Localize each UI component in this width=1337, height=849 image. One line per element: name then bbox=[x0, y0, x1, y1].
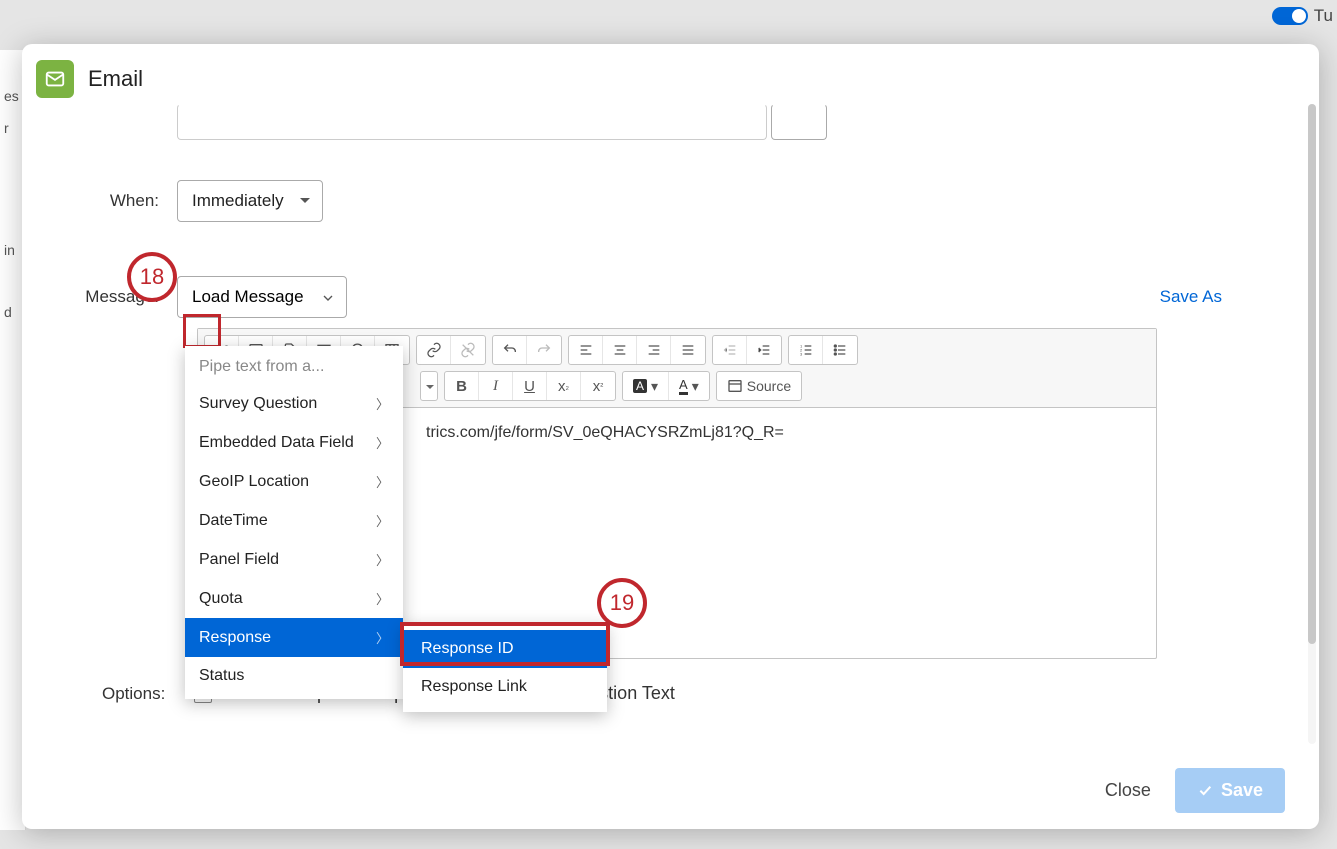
menu-item-status[interactable]: Status〉 bbox=[185, 657, 403, 695]
align-left-icon[interactable] bbox=[569, 336, 603, 364]
bg-color-icon[interactable]: A▾ bbox=[669, 372, 709, 400]
superscript-icon[interactable]: x² bbox=[581, 372, 615, 400]
response-submenu: Response IDResponse Link bbox=[403, 624, 607, 712]
text-color-icon[interactable]: A▾ bbox=[623, 372, 669, 400]
menu-item-survey-question[interactable]: Survey Question〉 bbox=[185, 384, 403, 423]
italic-icon[interactable]: I bbox=[479, 372, 513, 400]
modal-footer: Close Save bbox=[22, 751, 1319, 829]
menu-item-datetime[interactable]: DateTime〉 bbox=[185, 501, 403, 540]
unlink-icon bbox=[451, 336, 485, 364]
scrollbar[interactable] bbox=[1308, 104, 1316, 744]
close-button[interactable]: Close bbox=[1105, 780, 1151, 801]
save-button[interactable]: Save bbox=[1175, 768, 1285, 813]
align-right-icon[interactable] bbox=[637, 336, 671, 364]
unordered-list-icon[interactable] bbox=[823, 336, 857, 364]
piped-text-menu: Pipe text from a... Survey Question〉Embe… bbox=[185, 346, 403, 699]
options-label: Options: bbox=[77, 684, 194, 704]
background-toggle: Tu bbox=[1272, 6, 1333, 26]
load-message-select[interactable]: Load Message bbox=[177, 276, 347, 318]
subscript-icon[interactable]: x₂ bbox=[547, 372, 581, 400]
submenu-item-response-id[interactable]: Response ID bbox=[403, 630, 607, 668]
menu-item-response[interactable]: Response〉 bbox=[185, 618, 403, 657]
format-select-2[interactable] bbox=[420, 371, 438, 401]
subject-input[interactable] bbox=[177, 104, 767, 140]
email-icon bbox=[36, 60, 74, 98]
annotation-19: 19 bbox=[597, 578, 647, 628]
menu-item-geoip-location[interactable]: GeoIP Location〉 bbox=[185, 462, 403, 501]
subject-dropdown[interactable] bbox=[771, 104, 827, 140]
annotation-18: 18 bbox=[127, 252, 177, 302]
underline-icon[interactable]: U bbox=[513, 372, 547, 400]
menu-item-embedded-data-field[interactable]: Embedded Data Field〉 bbox=[185, 423, 403, 462]
source-button[interactable]: Source bbox=[717, 372, 801, 400]
align-justify-icon[interactable] bbox=[671, 336, 705, 364]
menu-header: Pipe text from a... bbox=[185, 346, 403, 384]
toggle-label: Tu bbox=[1314, 6, 1333, 26]
menu-item-panel-field[interactable]: Panel Field〉 bbox=[185, 540, 403, 579]
toggle-switch[interactable] bbox=[1272, 7, 1308, 25]
ordered-list-icon[interactable]: 123 bbox=[789, 336, 823, 364]
svg-text:3: 3 bbox=[800, 351, 803, 356]
modal-header: Email bbox=[22, 44, 1319, 108]
outdent-icon bbox=[713, 336, 747, 364]
annotation-highlight-18 bbox=[183, 314, 221, 348]
align-center-icon[interactable] bbox=[603, 336, 637, 364]
when-label: When: bbox=[77, 191, 177, 211]
when-select[interactable]: Immediately bbox=[177, 180, 323, 222]
submenu-item-response-link[interactable]: Response Link bbox=[403, 668, 607, 706]
indent-icon[interactable] bbox=[747, 336, 781, 364]
link-icon[interactable] bbox=[417, 336, 451, 364]
redo-icon bbox=[527, 336, 561, 364]
modal-title: Email bbox=[88, 66, 143, 92]
undo-icon[interactable] bbox=[493, 336, 527, 364]
bold-icon[interactable]: B bbox=[445, 372, 479, 400]
save-as-link[interactable]: Save As bbox=[1160, 287, 1222, 307]
menu-item-quota[interactable]: Quota〉 bbox=[185, 579, 403, 618]
